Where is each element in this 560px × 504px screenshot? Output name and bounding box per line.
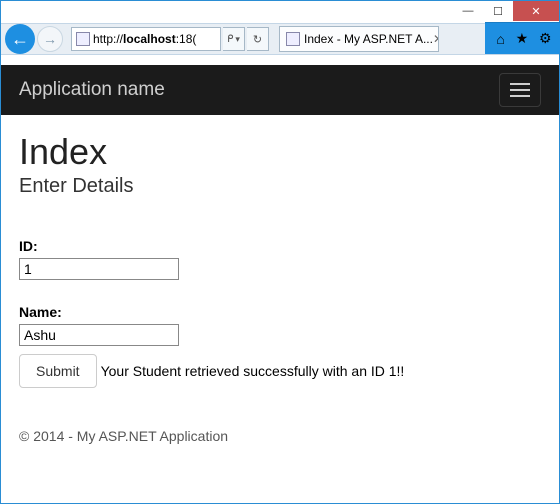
back-arrow-icon: ←	[11, 29, 29, 50]
app-brand[interactable]: Application name	[19, 79, 165, 101]
hamburger-icon	[510, 83, 530, 85]
refresh-icon: ↻	[253, 33, 262, 46]
result-message: Your Student retrieved successfully with…	[101, 363, 405, 379]
name-label: Name:	[19, 304, 541, 320]
forward-arrow-icon: →	[43, 31, 57, 47]
tab-page-icon	[286, 32, 300, 46]
menu-toggle-button[interactable]	[499, 73, 541, 107]
tab-close-icon[interactable]: ✕	[433, 32, 439, 46]
home-icon[interactable]: ⌂	[496, 31, 504, 47]
app-navbar: Application name	[1, 65, 559, 115]
forward-button[interactable]: →	[37, 26, 63, 52]
submit-button[interactable]: Submit	[19, 354, 97, 388]
id-input[interactable]	[19, 258, 179, 280]
maximize-button[interactable]: ☐	[483, 1, 513, 21]
name-input[interactable]	[19, 324, 179, 346]
minimize-button[interactable]: —	[453, 1, 483, 21]
refresh-button[interactable]: ↻	[247, 27, 269, 51]
search-button[interactable]: ᑭ▾	[223, 27, 245, 51]
page-icon	[76, 32, 90, 46]
favorites-icon[interactable]: ★	[516, 30, 529, 47]
browser-toolbar: ← → http://localhost:18( ᑭ▾ ↻ Index - My…	[1, 23, 559, 55]
dropdown-icon: ▾	[235, 34, 240, 45]
settings-gear-icon[interactable]: ⚙	[539, 30, 552, 47]
search-icon: ᑭ	[227, 34, 233, 45]
address-bar[interactable]: http://localhost:18(	[71, 27, 221, 51]
browser-tab[interactable]: Index - My ASP.NET A... ✕	[279, 26, 439, 52]
browser-window: — ☐ ✕ ← → http://localhost:18( ᑭ▾ ↻ Inde…	[0, 0, 560, 504]
page-title: Index	[19, 131, 541, 173]
browser-tools: ⌂ ★ ⚙	[485, 22, 560, 54]
close-button[interactable]: ✕	[513, 1, 559, 21]
titlebar: — ☐ ✕	[1, 1, 559, 23]
tab-title: Index - My ASP.NET A...	[304, 32, 433, 46]
page-content: Index Enter Details ID: Name: Submit You…	[1, 115, 559, 503]
page-subtitle: Enter Details	[19, 175, 541, 198]
id-label: ID:	[19, 238, 541, 254]
footer-text: © 2014 - My ASP.NET Application	[19, 428, 541, 444]
back-button[interactable]: ←	[5, 24, 35, 54]
url-text: http://localhost:18(	[93, 32, 196, 46]
